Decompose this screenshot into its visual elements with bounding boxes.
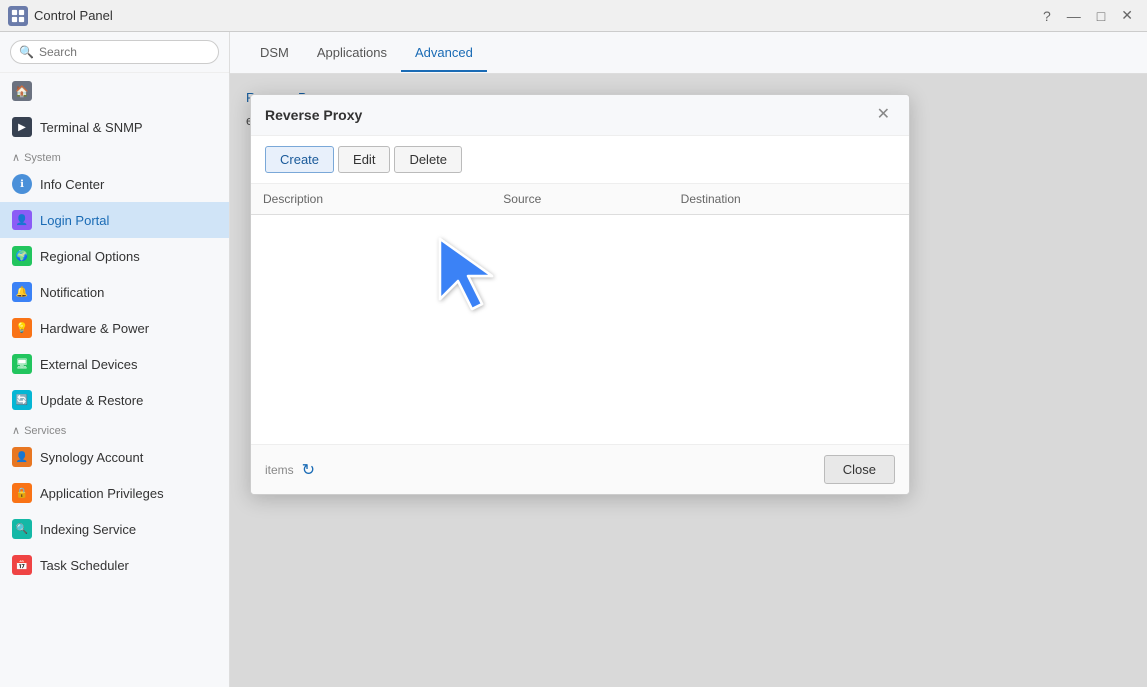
search-input[interactable] <box>39 45 210 59</box>
sidebar-label-external-devices: External Devices <box>40 357 138 372</box>
sidebar-item-external-devices[interactable]: 🖥 External Devices <box>0 346 229 382</box>
col-source: Source <box>491 184 668 215</box>
sidebar-search-container: 🔍 <box>0 32 229 73</box>
dialog-header: Reverse Proxy ✕ <box>251 95 909 136</box>
col-destination: Destination <box>669 184 909 215</box>
external-devices-icon: 🖥 <box>12 354 32 374</box>
hardware-power-icon: 💡 <box>12 318 32 338</box>
window-title: Control Panel <box>34 8 113 23</box>
sidebar-item-home[interactable]: 🏠 <box>0 73 229 109</box>
app-icon <box>8 6 28 26</box>
sidebar-item-info-center[interactable]: ℹ Info Center <box>0 166 229 202</box>
main-layout: 🔍 🏠 ▶ Terminal & SNMP ∧ System ℹ Info Ce… <box>0 32 1147 687</box>
close-window-button[interactable]: ✕ <box>1115 5 1139 26</box>
regional-options-icon: 🌍 <box>12 246 32 266</box>
create-button[interactable]: Create <box>265 146 334 173</box>
col-description: Description <box>251 184 491 215</box>
maximize-button[interactable]: □ <box>1091 5 1111 26</box>
sidebar-label-hardware-power: Hardware & Power <box>40 321 149 336</box>
sidebar-item-indexing-service[interactable]: 🔍 Indexing Service <box>0 511 229 547</box>
update-restore-icon: 🔄 <box>12 390 32 410</box>
tab-bar: DSM Applications Advanced <box>230 32 1147 74</box>
refresh-button[interactable]: ↻ <box>302 460 315 480</box>
sidebar-section-system[interactable]: ∧ System <box>0 145 229 166</box>
items-label: items <box>265 463 294 477</box>
login-portal-icon: 👤 <box>12 210 32 230</box>
synology-account-icon: 👤 <box>12 447 32 467</box>
delete-button[interactable]: Delete <box>394 146 462 173</box>
sidebar-item-label-terminal: Terminal & SNMP <box>40 120 143 135</box>
dialog-reverse-proxy: Reverse Proxy ✕ Create Edit Delete Descr… <box>250 94 910 495</box>
sidebar-item-hardware-power[interactable]: 💡 Hardware & Power <box>0 310 229 346</box>
sidebar-label-info-center: Info Center <box>40 177 104 192</box>
sidebar-item-regional-options[interactable]: 🌍 Regional Options <box>0 238 229 274</box>
tab-dsm[interactable]: DSM <box>246 35 303 72</box>
sidebar-label-update-restore: Update & Restore <box>40 393 143 408</box>
tab-applications[interactable]: Applications <box>303 35 401 72</box>
services-collapse-icon: ∧ <box>12 424 20 437</box>
content-area: DSM Applications Advanced Reverse Proxy … <box>230 32 1147 687</box>
titlebar: Control Panel ? — □ ✕ <box>0 0 1147 32</box>
sidebar-item-update-restore[interactable]: 🔄 Update & Restore <box>0 382 229 418</box>
sidebar-item-synology-account[interactable]: 👤 Synology Account <box>0 439 229 475</box>
sidebar-item-notification[interactable]: 🔔 Notification <box>0 274 229 310</box>
indexing-service-icon: 🔍 <box>12 519 32 539</box>
sidebar-item-application-privileges[interactable]: 🔒 Application Privileges <box>0 475 229 511</box>
dialog-toolbar: Create Edit Delete <box>251 136 909 184</box>
sidebar-section-services[interactable]: ∧ Services <box>0 418 229 439</box>
reverse-proxy-table: Description Source Destination <box>251 184 909 215</box>
dialog-table-container: Description Source Destination <box>251 184 909 444</box>
sidebar-item-login-portal[interactable]: 👤 Login Portal <box>0 202 229 238</box>
application-privileges-icon: 🔒 <box>12 483 32 503</box>
edit-button[interactable]: Edit <box>338 146 390 173</box>
sidebar-label-synology-account: Synology Account <box>40 450 143 465</box>
sidebar-label-regional-options: Regional Options <box>40 249 140 264</box>
search-icon: 🔍 <box>19 45 34 59</box>
sidebar: 🔍 🏠 ▶ Terminal & SNMP ∧ System ℹ Info Ce… <box>0 32 230 687</box>
info-center-icon: ℹ <box>12 174 32 194</box>
window-controls: ? — □ ✕ <box>1037 5 1139 26</box>
task-scheduler-icon: 📅 <box>12 555 32 575</box>
sidebar-label-indexing-service: Indexing Service <box>40 522 136 537</box>
sidebar-label-login-portal: Login Portal <box>40 213 109 228</box>
sidebar-label-task-scheduler: Task Scheduler <box>40 558 129 573</box>
dialog-footer: items ↻ Close <box>251 444 909 494</box>
sidebar-label-application-privileges: Application Privileges <box>40 486 164 501</box>
notification-icon: 🔔 <box>12 282 32 302</box>
content-body: Reverse Proxy evices in the local networ… <box>230 74 1147 687</box>
minimize-button[interactable]: — <box>1061 5 1087 26</box>
dialog-footer-left: items ↻ <box>265 460 816 480</box>
dialog-close-button[interactable]: ✕ <box>872 105 895 125</box>
terminal-icon: ▶ <box>12 117 32 137</box>
sidebar-label-notification: Notification <box>40 285 104 300</box>
section-label-system: System <box>24 152 61 164</box>
section-label-services: Services <box>24 425 66 437</box>
search-box[interactable]: 🔍 <box>10 40 219 64</box>
tab-advanced[interactable]: Advanced <box>401 35 487 72</box>
home-icon: 🏠 <box>12 81 32 101</box>
sidebar-item-terminal[interactable]: ▶ Terminal & SNMP <box>0 109 229 145</box>
help-button[interactable]: ? <box>1037 5 1057 26</box>
dialog-title: Reverse Proxy <box>265 107 362 123</box>
close-dialog-button[interactable]: Close <box>824 455 895 484</box>
collapse-icon: ∧ <box>12 151 20 164</box>
sidebar-item-task-scheduler[interactable]: 📅 Task Scheduler <box>0 547 229 583</box>
titlebar-left: Control Panel <box>8 6 113 26</box>
